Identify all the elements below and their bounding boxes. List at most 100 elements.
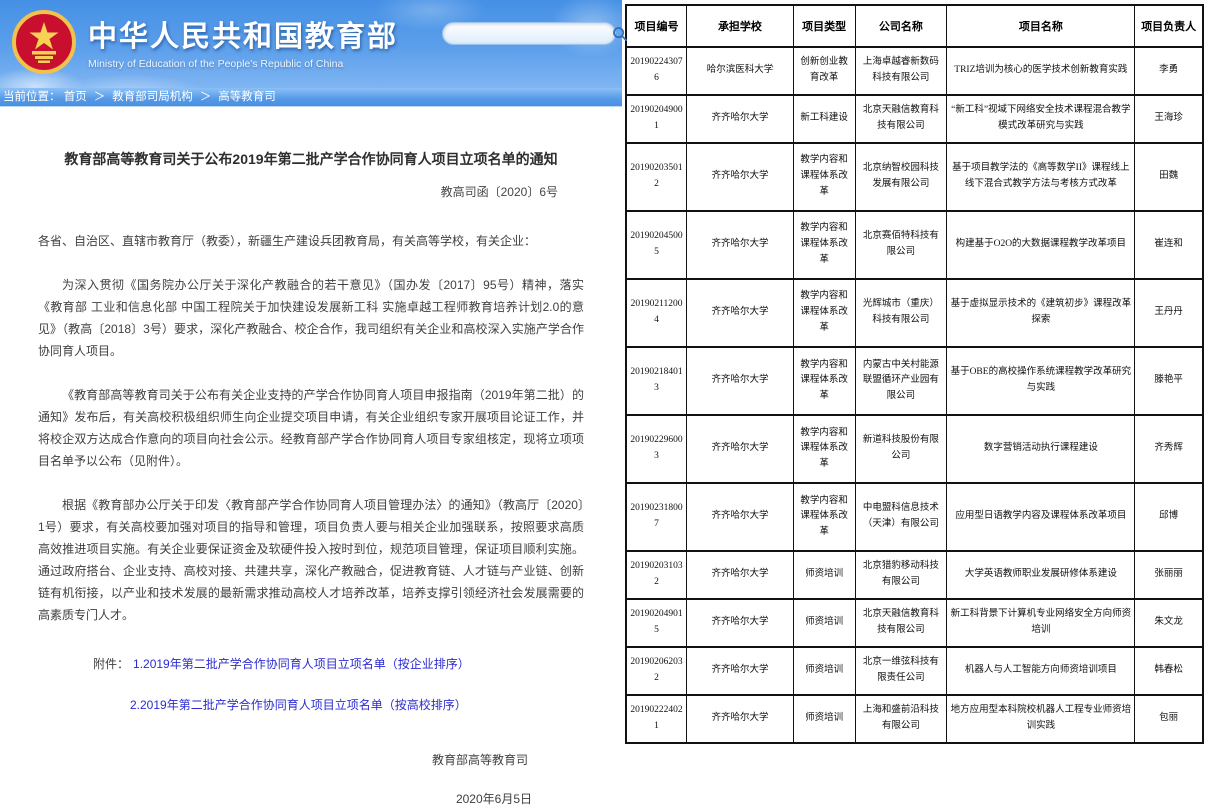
table-cell: 基于OBE的高校操作系统课程教学改革研究与实践 — [947, 347, 1135, 415]
table-cell: 北京纳智校园科技发展有限公司 — [855, 143, 947, 211]
table-cell: 邱博 — [1135, 483, 1203, 551]
national-emblem-logo — [12, 9, 76, 75]
table-row: 201902049001齐齐哈尔大学新工科建设北京天融信教育科技有限公司“新工科… — [626, 95, 1203, 143]
table-cell: 包丽 — [1135, 695, 1203, 743]
document-paragraph: 《教育部高等教育司关于公布有关企业支持的产学合作协同育人项目申报指南（2019年… — [38, 384, 584, 472]
table-cell: 教学内容和课程体系改革 — [793, 347, 855, 415]
table-cell: 教学内容和课程体系改革 — [793, 143, 855, 211]
table-cell: 北京赛佰特科技有限公司 — [855, 211, 947, 279]
table-cell: “新工科”视域下网络安全技术课程混合教学模式改革研究与实践 — [947, 95, 1135, 143]
document-paragraph: 为深入贯彻《国务院办公厅关于深化产教融合的若干意见》（国办发〔2017〕95号）… — [38, 274, 584, 362]
column-header: 项目编号 — [626, 5, 687, 47]
attachment-link-1[interactable]: 1.2019年第二批产学合作协同育人项目立项名单（按企业排序） — [133, 657, 470, 671]
table-cell: 201902049001 — [626, 95, 687, 143]
table-cell: 数字营销活动执行课程建设 — [947, 415, 1135, 483]
breadcrumb-item-3[interactable]: 高等教育司 — [218, 91, 276, 103]
table-cell: 201902224021 — [626, 695, 687, 743]
attachment-link-2[interactable]: 2.2019年第二批产学合作协同育人项目立项名单（按高校排序） — [130, 698, 467, 712]
table-cell: 构建基于O2O的大数据课程教学改革项目 — [947, 211, 1135, 279]
table-cell: 教学内容和课程体系改革 — [793, 279, 855, 347]
table-cell: 齐齐哈尔大学 — [687, 143, 794, 211]
table-cell: 基于项目教学法的《高等数学II》课程线上线下混合式教学方法与考核方式改革 — [947, 143, 1135, 211]
search-box[interactable] — [442, 22, 616, 45]
table-cell: 齐秀辉 — [1135, 415, 1203, 483]
site-title-block: 中华人民共和国教育部 Ministry of Education of the … — [88, 13, 398, 70]
table-cell: 田魏 — [1135, 143, 1203, 211]
table-cell: 齐齐哈尔大学 — [687, 95, 794, 143]
table-cell: 齐齐哈尔大学 — [687, 483, 794, 551]
document-salutation: 各省、自治区、直辖市教育厅（教委），新疆生产建设兵团教育局，有关高等学校，有关企… — [38, 230, 584, 252]
table-cell: TRIZ培训为核心的医学技术创新教育实践 — [947, 47, 1135, 95]
table-cell: 201902112004 — [626, 279, 687, 347]
table-cell: 韩春松 — [1135, 647, 1203, 695]
table-row: 201902224021齐齐哈尔大学师资培训上海和盛前沿科技有限公司地方应用型本… — [626, 695, 1203, 743]
table-cell: 教学内容和课程体系改革 — [793, 415, 855, 483]
table-cell: 中电盟科信息技术（天津）有限公司 — [855, 483, 947, 551]
table-cell: 光辉城市（重庆）科技有限公司 — [855, 279, 947, 347]
table-cell: 内蒙古中关村能源联盟循环产业园有限公司 — [855, 347, 947, 415]
table-row: 201902062032齐齐哈尔大学师资培训北京一维弦科技有限责任公司机器人与人… — [626, 647, 1203, 695]
table-cell: 师资培训 — [793, 551, 855, 599]
table-cell: 滕艳平 — [1135, 347, 1203, 415]
document-paragraph: 根据《教育部办公厅关于印发〈教育部产学合作协同育人项目管理办法〉的通知》（教高厅… — [38, 494, 584, 626]
table-cell: 师资培训 — [793, 599, 855, 647]
table-cell: 齐齐哈尔大学 — [687, 695, 794, 743]
column-header: 公司名称 — [855, 5, 947, 47]
table-cell: 师资培训 — [793, 695, 855, 743]
document-title: 教育部高等教育司关于公布2019年第二批产学合作协同育人项目立项名单的通知 — [38, 149, 584, 169]
table-cell: 201902296003 — [626, 415, 687, 483]
table-row: 201902243076哈尔滨医科大学创新创业教育改革上海卓越睿新数码科技有限公… — [626, 47, 1203, 95]
project-table-page: 项目编号承担学校项目类型公司名称项目名称项目负责人 201902243076哈尔… — [622, 0, 1212, 745]
table-cell: 齐齐哈尔大学 — [687, 599, 794, 647]
table-cell: 齐齐哈尔大学 — [687, 279, 794, 347]
site-header: 中华人民共和国教育部 Ministry of Education of the … — [0, 0, 622, 88]
table-cell: 师资培训 — [793, 647, 855, 695]
table-cell: 北京天融信教育科技有限公司 — [855, 95, 947, 143]
table-cell: 大学英语教师职业发展研修体系建设 — [947, 551, 1135, 599]
breadcrumb-item-2[interactable]: 教育部司局机构 — [112, 91, 193, 103]
document-number: 教高司函〔2020〕6号 — [38, 183, 584, 200]
breadcrumb-label: 当前位置： — [3, 91, 61, 103]
table-cell: 201902045005 — [626, 211, 687, 279]
site-subtitle: Ministry of Education of the People's Re… — [88, 58, 398, 70]
search-icon[interactable] — [612, 26, 628, 42]
table-cell: 地方应用型本科院校机器人工程专业师资培训实践 — [947, 695, 1135, 743]
table-cell: 上海和盛前沿科技有限公司 — [855, 695, 947, 743]
breadcrumb-separator: ＞ — [200, 91, 212, 103]
table-cell: 齐齐哈尔大学 — [687, 415, 794, 483]
table-cell: 创新创业教育改革 — [793, 47, 855, 95]
table-row: 201902318007齐齐哈尔大学教学内容和课程体系改革中电盟科信息技术（天津… — [626, 483, 1203, 551]
breadcrumb-item-1[interactable]: 首页 — [64, 91, 87, 103]
table-cell: 201902318007 — [626, 483, 687, 551]
column-header: 承担学校 — [687, 5, 794, 47]
attachments-section: 附件： 1.2019年第二批产学合作协同育人项目立项名单（按企业排序） 2.201… — [38, 654, 584, 715]
table-header-row: 项目编号承担学校项目类型公司名称项目名称项目负责人 — [626, 5, 1203, 47]
table-cell: 新道科技股份有限公司 — [855, 415, 947, 483]
table-cell: 哈尔滨医科大学 — [687, 47, 794, 95]
table-cell: 齐齐哈尔大学 — [687, 211, 794, 279]
table-row: 201902031032齐齐哈尔大学师资培训北京猎豹移动科技有限公司大学英语教师… — [626, 551, 1203, 599]
table-cell: 新工科背景下计算机专业网络安全方向师资培训 — [947, 599, 1135, 647]
notice-document: 教育部高等教育司关于公布2019年第二批产学合作协同育人项目立项名单的通知 教高… — [0, 149, 622, 807]
table-cell: 王海珍 — [1135, 95, 1203, 143]
table-cell: 张丽丽 — [1135, 551, 1203, 599]
search-input[interactable] — [443, 27, 612, 41]
table-cell: 201902184013 — [626, 347, 687, 415]
attachments-label: 附件： — [93, 657, 129, 671]
table-cell: 201902062032 — [626, 647, 687, 695]
table-cell: 201902243076 — [626, 47, 687, 95]
table-cell: 李勇 — [1135, 47, 1203, 95]
table-cell: 齐齐哈尔大学 — [687, 347, 794, 415]
table-cell: 201902031032 — [626, 551, 687, 599]
document-signer: 教育部高等教育司 — [38, 751, 584, 768]
breadcrumb: 当前位置： 首页＞教育部司局机构＞高等教育司 — [0, 88, 622, 107]
site-title: 中华人民共和国教育部 — [88, 13, 398, 55]
column-header: 项目名称 — [947, 5, 1135, 47]
table-cell: 北京一维弦科技有限责任公司 — [855, 647, 947, 695]
table-cell: 北京猎豹移动科技有限公司 — [855, 551, 947, 599]
column-header: 项目负责人 — [1135, 5, 1203, 47]
moe-website-page: 中华人民共和国教育部 Ministry of Education of the … — [0, 0, 622, 745]
table-cell: 机器人与人工智能方向师资培训项目 — [947, 647, 1135, 695]
document-date: 2020年6月5日 — [38, 790, 584, 807]
table-cell: 齐齐哈尔大学 — [687, 647, 794, 695]
